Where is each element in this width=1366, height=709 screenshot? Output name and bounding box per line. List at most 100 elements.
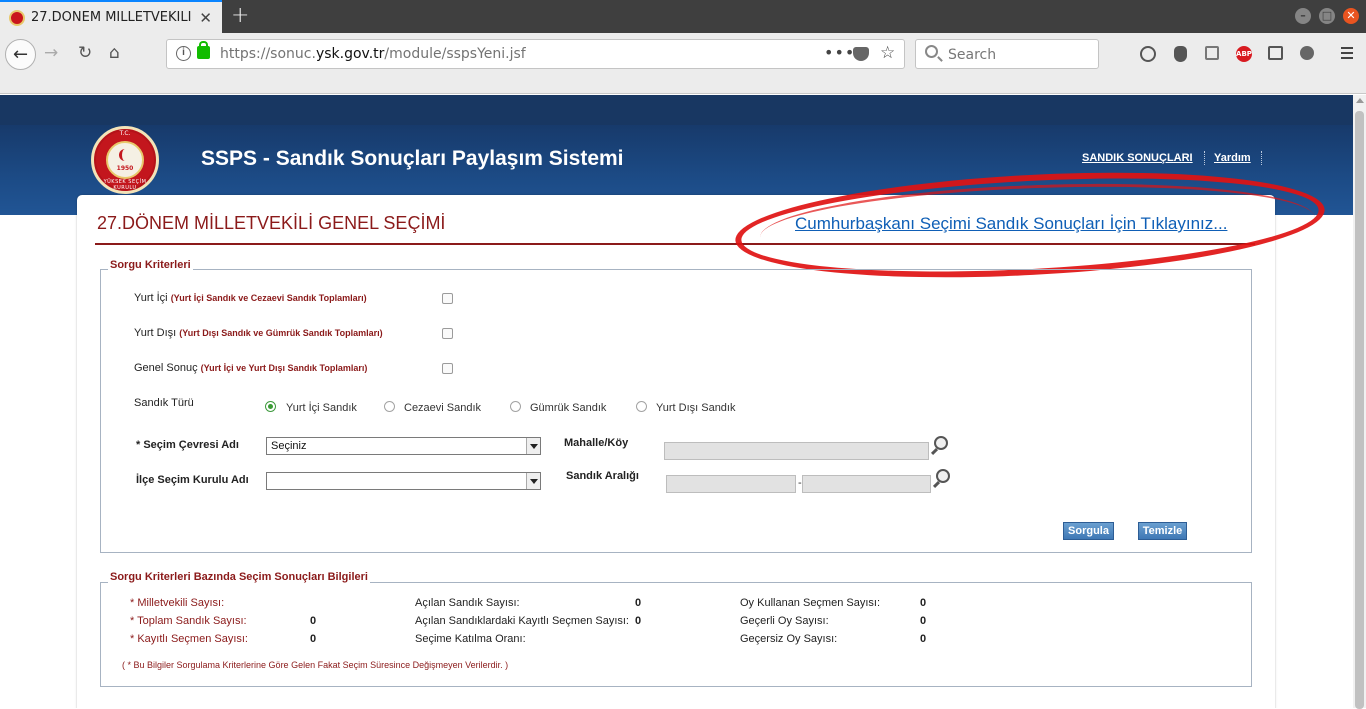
mahalle-koy-input[interactable] bbox=[664, 442, 929, 460]
secim-cevresi-value: Seçiniz bbox=[271, 440, 307, 452]
search-icon bbox=[925, 45, 938, 58]
gecersiz-oy-value: 0 bbox=[920, 633, 927, 645]
gecerli-oy-label: Geçerli Oy Sayısı: bbox=[740, 615, 829, 627]
katilma-orani-label: Seçime Katılma Oranı: bbox=[415, 633, 526, 645]
radio-gumruk-sandik[interactable] bbox=[510, 401, 521, 412]
milletvekili-sayisi-label: * Milletvekili Sayısı: bbox=[130, 597, 225, 609]
adblock-plus-icon[interactable]: ABP bbox=[1236, 46, 1252, 62]
system-title: SSPS - Sandık Sonuçları Paylaşım Sistemi bbox=[201, 147, 624, 170]
globe-extension-icon[interactable] bbox=[1140, 46, 1156, 62]
acilan-sandik-value: 0 bbox=[635, 597, 642, 609]
extension-circle-icon[interactable] bbox=[1300, 46, 1314, 60]
seal-ring-text: YÜKSEK SEÇİM KURULU bbox=[103, 179, 147, 191]
page-scrollbar[interactable] bbox=[1353, 95, 1366, 709]
radio-label-yurt-disi: Yurt Dışı Sandık bbox=[656, 402, 736, 414]
scroll-up-arrow-icon[interactable] bbox=[1356, 98, 1364, 103]
sandik-araligi-search-icon[interactable] bbox=[936, 469, 950, 483]
toplam-sandik-label: * Toplam Sandık Sayısı: bbox=[130, 615, 247, 627]
page-actions-icon[interactable]: ••• bbox=[824, 43, 855, 62]
browser-nav-bar: ← → ↻ ⌂ i https://sonuc.ysk.gov.tr/modul… bbox=[0, 33, 1366, 94]
seal-year: 1950 bbox=[116, 165, 134, 172]
results-legend: Sorgu Kriterleri Bazında Seçim Sonuçları… bbox=[108, 571, 370, 583]
oy-kullanan-value: 0 bbox=[920, 597, 927, 609]
link-yardim[interactable]: Yardım bbox=[1214, 152, 1251, 164]
radio-yurt-ici-sandik[interactable] bbox=[265, 401, 276, 412]
new-tab-icon[interactable]: + bbox=[231, 3, 249, 28]
link-sandik-sonuclari[interactable]: SANDIK SONUÇLARI bbox=[1082, 152, 1193, 164]
secim-cevresi-label: * Seçim Çevresi Adı bbox=[136, 439, 239, 451]
bookmark-star-icon[interactable]: ☆ bbox=[880, 43, 895, 63]
gecersiz-oy-label: Geçersiz Oy Sayısı: bbox=[740, 633, 838, 645]
url-bar[interactable]: i https://sonuc.ysk.gov.tr/module/sspsYe… bbox=[166, 39, 905, 69]
url-text: https://sonuc.ysk.gov.tr/module/sspsYeni… bbox=[220, 46, 526, 62]
yurt-disi-label: Yurt Dışı (Yurt Dışı Sandık ve Gümrük Sa… bbox=[134, 327, 383, 339]
mahalle-koy-label: Mahalle/Köy bbox=[564, 437, 629, 449]
reader-sidebar-icon[interactable] bbox=[1268, 46, 1283, 60]
acilan-kayitli-secmen-label: Açılan Sandıklardaki Kayıtlı Seçmen Sayı… bbox=[415, 615, 629, 627]
gecerli-oy-value: 0 bbox=[920, 615, 927, 627]
temizle-button[interactable]: Temizle bbox=[1138, 522, 1187, 540]
browser-search-input[interactable]: Search bbox=[915, 39, 1099, 69]
top-strip bbox=[0, 95, 1353, 125]
crescent-star-icon bbox=[119, 149, 131, 161]
tab-title: 27.DÖNEM MİLLETVEKİLİ GENEL SEÇİMİ bbox=[31, 10, 196, 25]
sandik-turu-label: Sandık Türü bbox=[134, 397, 194, 409]
toplam-sandik-value: 0 bbox=[310, 615, 317, 627]
maximize-window-icon[interactable]: □ bbox=[1319, 8, 1335, 24]
ilce-label: İlçe Seçim Kurulu Adı bbox=[136, 474, 249, 486]
evernote-icon[interactable] bbox=[1174, 46, 1187, 62]
ilce-select[interactable] bbox=[266, 472, 541, 490]
browser-tab-active[interactable]: 27.DÖNEM MİLLETVEKİLİ GENEL SEÇİMİ ✕ bbox=[0, 0, 222, 33]
nav-separator bbox=[1261, 151, 1262, 165]
radio-label-yurt-ici: Yurt İçi Sandık bbox=[286, 402, 357, 414]
acilan-sandik-label: Açılan Sandık Sayısı: bbox=[415, 597, 520, 609]
presidential-results-link[interactable]: Cumhurbaşkanı Seçimi Sandık Sonuçları İç… bbox=[795, 214, 1227, 234]
yurt-ici-label: Yurt İçi (Yurt İçi Sandık ve Cezaevi San… bbox=[134, 292, 367, 304]
sandik-araligi-start-input[interactable] bbox=[666, 475, 796, 493]
home-icon[interactable]: ⌂ bbox=[109, 43, 120, 63]
ysk-logo: T.C. 1950 YÜKSEK SEÇİM KURULU bbox=[91, 126, 159, 194]
yurt-ici-checkbox[interactable] bbox=[442, 293, 453, 304]
close-tab-icon[interactable]: ✕ bbox=[199, 9, 212, 27]
page-info-icon[interactable]: i bbox=[176, 46, 191, 61]
menu-hamburger-icon[interactable] bbox=[1341, 47, 1353, 59]
back-arrow-icon[interactable]: ← bbox=[5, 39, 36, 70]
sandik-araligi-end-input[interactable] bbox=[802, 475, 931, 493]
pocket-icon[interactable] bbox=[853, 47, 869, 61]
kayitli-secmen-label: * Kayıtlı Seçmen Sayısı: bbox=[130, 633, 248, 645]
sorgula-button[interactable]: Sorgula bbox=[1063, 522, 1114, 540]
results-note: ( * Bu Bilgiler Sorgulama Kriterlerine G… bbox=[122, 660, 509, 670]
scrollbar-thumb[interactable] bbox=[1355, 111, 1364, 709]
chevron-down-icon bbox=[526, 438, 540, 454]
yurt-disi-checkbox[interactable] bbox=[442, 328, 453, 339]
criteria-legend: Sorgu Kriterleri bbox=[108, 259, 193, 271]
minimize-window-icon[interactable]: – bbox=[1295, 8, 1311, 24]
sandik-araligi-label: Sandık Aralığı bbox=[566, 470, 639, 482]
mahalle-search-icon[interactable] bbox=[934, 436, 948, 450]
kayitli-secmen-value: 0 bbox=[310, 633, 317, 645]
oy-kullanan-label: Oy Kullanan Seçmen Sayısı: bbox=[740, 597, 881, 609]
browser-tab-bar: 27.DÖNEM MİLLETVEKİLİ GENEL SEÇİMİ ✕ + –… bbox=[0, 0, 1366, 33]
secim-cevresi-select[interactable]: Seçiniz bbox=[266, 437, 541, 455]
reload-icon[interactable]: ↻ bbox=[78, 43, 92, 63]
seal-tc-text: T.C. bbox=[119, 130, 131, 137]
forward-arrow-icon[interactable]: → bbox=[44, 43, 58, 63]
close-window-icon[interactable]: ✕ bbox=[1343, 8, 1359, 24]
election-title: 27.DÖNEM MİLLETVEKİLİ GENEL SEÇİMİ bbox=[97, 213, 446, 233]
radio-cezaevi-sandik[interactable] bbox=[384, 401, 395, 412]
radio-label-cezaevi: Cezaevi Sandık bbox=[404, 402, 482, 414]
radio-label-gumruk: Gümrük Sandık bbox=[530, 402, 607, 414]
genel-sonuc-label: Genel Sonuç (Yurt İçi ve Yurt Dışı Sandı… bbox=[134, 362, 368, 374]
radio-yurt-disi-sandik[interactable] bbox=[636, 401, 647, 412]
extension-red-icon[interactable] bbox=[1205, 46, 1219, 60]
secure-lock-icon bbox=[197, 41, 210, 59]
web-page: T.C. 1950 YÜKSEK SEÇİM KURULU SSPS - San… bbox=[0, 95, 1353, 708]
results-fieldset bbox=[100, 582, 1252, 687]
acilan-kayitli-secmen-value: 0 bbox=[635, 615, 642, 627]
genel-sonuc-checkbox[interactable] bbox=[442, 363, 453, 374]
nav-separator bbox=[1204, 151, 1205, 165]
favicon-icon bbox=[9, 9, 25, 26]
seal-inner: 1950 bbox=[106, 141, 144, 179]
search-placeholder: Search bbox=[948, 47, 997, 63]
chevron-down-icon bbox=[526, 473, 540, 489]
